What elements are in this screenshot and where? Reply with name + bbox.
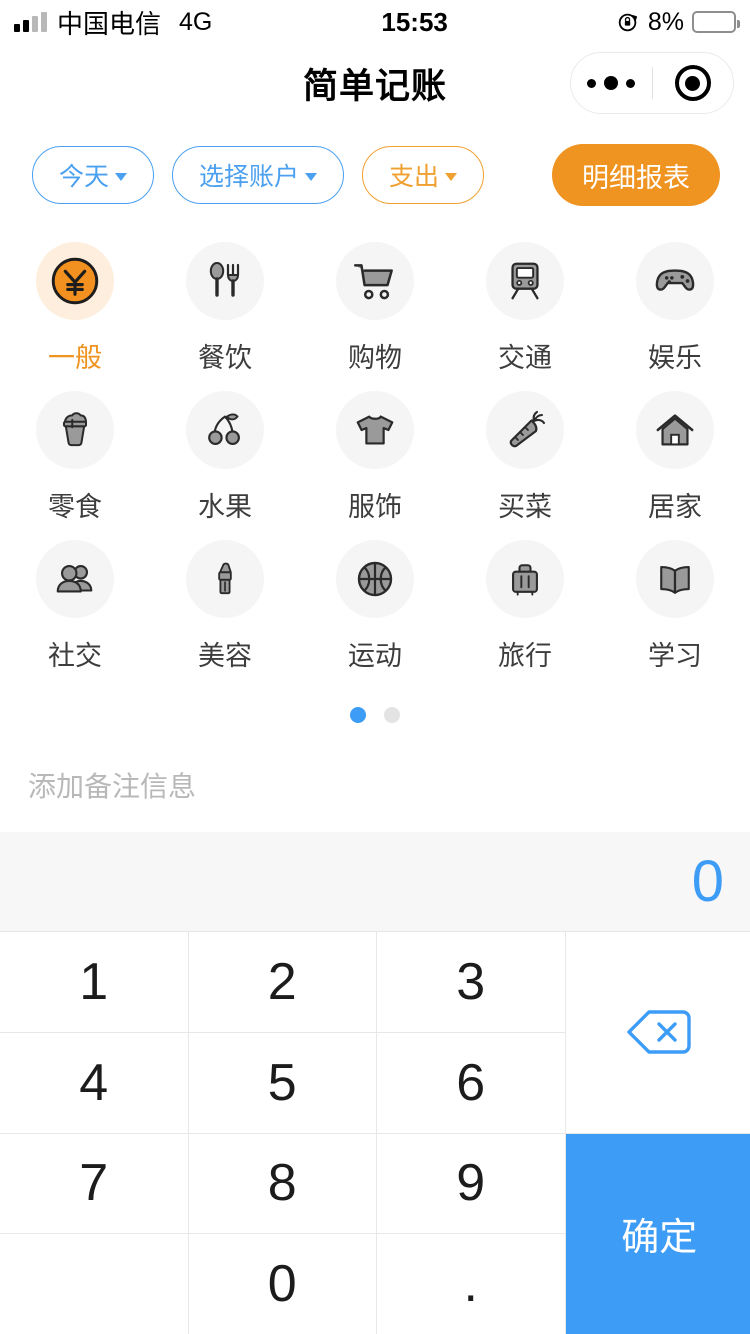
chevron-down-icon xyxy=(115,173,128,181)
category-item-零食[interactable]: 零食 xyxy=(0,375,150,524)
keypad-key-blank xyxy=(0,1234,188,1334)
chevron-down-icon xyxy=(445,173,458,181)
ice-cream-cup-icon xyxy=(36,391,114,469)
status-bar-right: 8% xyxy=(617,7,740,37)
category-label: 学习 xyxy=(648,641,702,671)
detail-report-button[interactable]: 明细报表 xyxy=(552,144,720,206)
battery-icon xyxy=(692,11,740,33)
category-label: 旅行 xyxy=(498,641,552,671)
category-row: 零食 水果 服饰 买菜 居家 xyxy=(0,375,750,524)
network-type: 4G xyxy=(179,7,213,36)
category-label: 水果 xyxy=(198,492,252,522)
category-label: 社交 xyxy=(48,641,102,671)
battery-percent: 8% xyxy=(647,7,684,36)
cherries-icon xyxy=(186,391,264,469)
category-label: 买菜 xyxy=(498,492,552,522)
category-item-运动[interactable]: 运动 xyxy=(300,524,450,673)
category-item-旅行[interactable]: 旅行 xyxy=(450,524,600,673)
category-label: 居家 xyxy=(648,492,702,522)
amount-display[interactable]: 0 xyxy=(0,832,750,932)
filter-account-chip[interactable]: 选择账户 xyxy=(172,146,345,204)
category-pager[interactable] xyxy=(0,707,750,723)
category-label: 一般 xyxy=(48,343,102,373)
category-item-购物[interactable]: 购物 xyxy=(300,226,450,375)
category-item-交通[interactable]: 交通 xyxy=(450,226,600,375)
gamepad-icon xyxy=(636,242,714,320)
status-bar-clock: 15:53 xyxy=(381,6,448,37)
category-grid: 一般 餐饮 购物 交通 娱乐 零食 水果 服饰 买菜 居家 社交 美容 运动 旅… xyxy=(0,206,750,673)
filter-date-label: 今天 xyxy=(59,163,110,191)
suitcase-icon xyxy=(486,540,564,618)
backspace-icon[interactable] xyxy=(565,932,750,1133)
pager-dot[interactable] xyxy=(350,707,366,723)
category-item-娱乐[interactable]: 娱乐 xyxy=(600,226,750,375)
circle-target-icon[interactable] xyxy=(653,65,734,101)
category-label: 娱乐 xyxy=(648,343,702,373)
open-book-icon xyxy=(636,540,714,618)
keypad-key-5[interactable]: 5 xyxy=(188,1032,376,1133)
amount-value: 0 xyxy=(691,848,724,914)
category-label: 餐饮 xyxy=(198,343,252,373)
yen-coin-icon xyxy=(36,242,114,320)
category-label: 零食 xyxy=(48,492,102,522)
lipstick-icon xyxy=(186,540,264,618)
app-root: 中国电信 4G 15:53 8% 简单记账 今天 选择账户 支出 明细报表 一般… xyxy=(0,0,750,1334)
category-label: 服饰 xyxy=(348,492,402,522)
category-label: 购物 xyxy=(348,343,402,373)
rotation-lock-icon xyxy=(617,11,640,34)
category-item-水果[interactable]: 水果 xyxy=(150,375,300,524)
confirm-label: 确定 xyxy=(621,1217,698,1260)
filter-date-chip[interactable]: 今天 xyxy=(32,146,155,204)
category-item-餐饮[interactable]: 餐饮 xyxy=(150,226,300,375)
keypad-key-1[interactable]: 1 xyxy=(0,932,188,1032)
category-label: 美容 xyxy=(198,641,252,671)
category-item-服饰[interactable]: 服饰 xyxy=(300,375,450,524)
note-input[interactable] xyxy=(28,771,722,803)
carrier-name: 中国电信 xyxy=(57,8,162,39)
category-item-学习[interactable]: 学习 xyxy=(600,524,750,673)
shopping-cart-icon xyxy=(336,242,414,320)
more-dots-icon[interactable] xyxy=(571,76,652,90)
filter-type-chip[interactable]: 支出 xyxy=(362,146,485,204)
chevron-down-icon xyxy=(305,173,318,181)
note-row xyxy=(0,723,750,803)
category-item-美容[interactable]: 美容 xyxy=(150,524,300,673)
keypad-key-0[interactable]: 0 xyxy=(188,1234,376,1334)
carrot-icon xyxy=(486,391,564,469)
status-bar: 中国电信 4G 15:53 8% xyxy=(0,0,750,44)
keypad-key-2[interactable]: 2 xyxy=(188,932,376,1032)
category-item-社交[interactable]: 社交 xyxy=(0,524,150,673)
keypad-key-4[interactable]: 4 xyxy=(0,1032,188,1133)
spoon-fork-icon xyxy=(186,242,264,320)
confirm-button[interactable]: 确定 xyxy=(565,1133,750,1334)
wechat-capsule[interactable] xyxy=(570,52,734,114)
basketball-icon xyxy=(336,540,414,618)
detail-report-label: 明细报表 xyxy=(582,162,690,193)
train-icon xyxy=(486,242,564,320)
category-item-买菜[interactable]: 买菜 xyxy=(450,375,600,524)
status-bar-left: 中国电信 4G xyxy=(14,4,212,41)
category-row: 社交 美容 运动 旅行 学习 xyxy=(0,524,750,673)
category-label: 交通 xyxy=(498,343,552,373)
numeric-keypad: 123 456 7890. 确定 xyxy=(0,932,750,1334)
category-label: 运动 xyxy=(348,641,402,671)
tshirt-icon xyxy=(336,391,414,469)
keypad-key-8[interactable]: 8 xyxy=(188,1133,376,1234)
category-item-居家[interactable]: 居家 xyxy=(600,375,750,524)
keypad-key-decimal[interactable]: . xyxy=(377,1234,565,1334)
signal-bars-icon xyxy=(14,12,47,32)
keypad-key-3[interactable]: 3 xyxy=(377,932,565,1032)
people-icon xyxy=(36,540,114,618)
category-item-一般[interactable]: 一般 xyxy=(0,226,150,375)
keypad-key-6[interactable]: 6 xyxy=(377,1032,565,1133)
filter-account-label: 选择账户 xyxy=(199,163,300,191)
house-icon xyxy=(636,391,714,469)
category-row: 一般 餐饮 购物 交通 娱乐 xyxy=(0,226,750,375)
pager-dot[interactable] xyxy=(384,707,400,723)
filter-bar: 今天 选择账户 支出 明细报表 xyxy=(0,122,750,206)
keypad-key-9[interactable]: 9 xyxy=(377,1133,565,1234)
keypad-key-7[interactable]: 7 xyxy=(0,1133,188,1234)
nav-bar: 简单记账 xyxy=(0,44,750,122)
filter-type-label: 支出 xyxy=(389,163,440,191)
